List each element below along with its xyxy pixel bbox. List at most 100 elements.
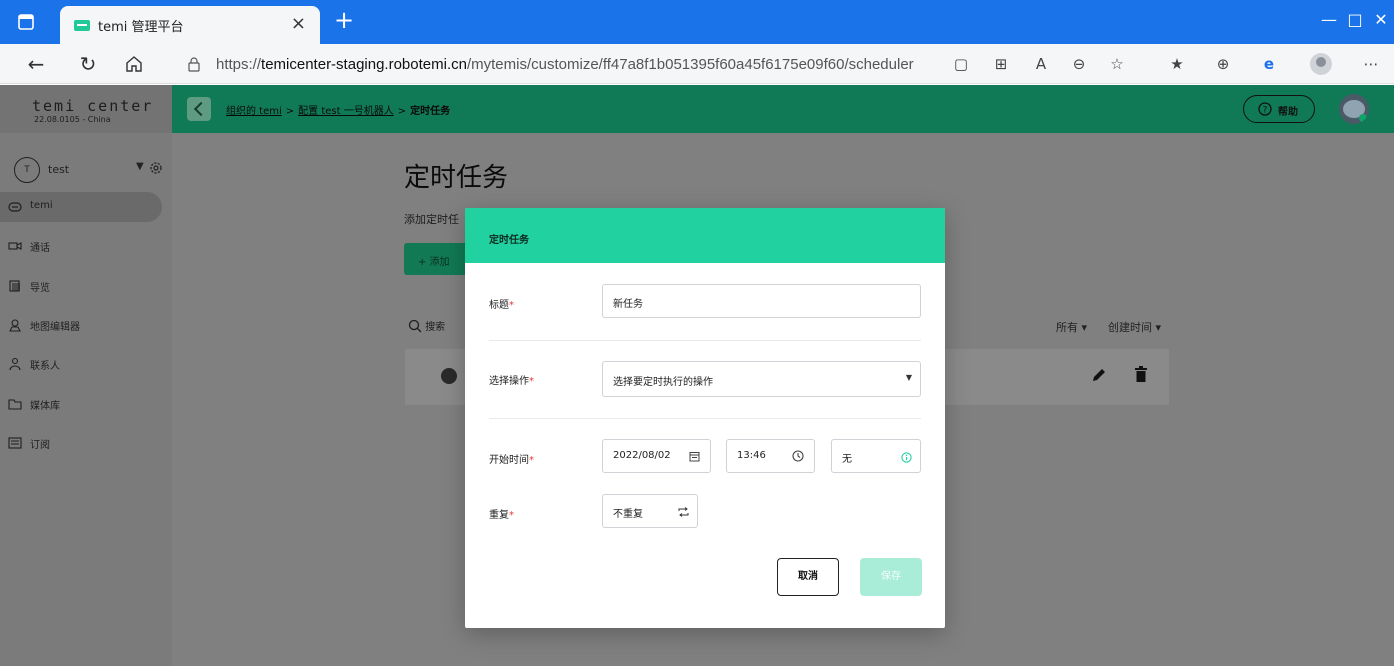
save-button[interactable]: 保存 xyxy=(860,558,922,596)
sidebar-item-temi[interactable]: temi xyxy=(0,192,162,222)
page-description: 添加定时任 xyxy=(404,213,459,226)
end-time-value: 无 xyxy=(842,454,852,465)
tour-icon xyxy=(9,280,20,292)
account-avatar[interactable] xyxy=(1339,94,1369,124)
repeat-select[interactable]: 不重复 xyxy=(602,494,698,528)
trash-icon[interactable] xyxy=(1135,366,1147,382)
sidebar-item-call[interactable]: 通话 xyxy=(0,231,162,261)
caret-down-icon: ▼ xyxy=(905,373,912,382)
date-input[interactable]: 2022/08/02 xyxy=(602,439,711,473)
info-icon[interactable] xyxy=(901,452,912,463)
brand-logo: temi center xyxy=(32,97,154,115)
time-input[interactable]: 13:46 xyxy=(726,439,815,473)
url-text: https://temicenter-staging.robotemi.cn/m… xyxy=(216,56,914,73)
lock-icon[interactable] xyxy=(186,56,202,72)
sidebar-item-contacts[interactable]: 联系人 xyxy=(0,349,162,379)
sidebar-item-label: 订阅 xyxy=(30,440,50,451)
filter-all-dropdown[interactable]: 所有 ▾ xyxy=(1056,319,1087,335)
caret-down-icon: ▾ xyxy=(1081,321,1088,334)
start-time-label: 开始时间* xyxy=(489,455,534,466)
favorites-icon[interactable]: ★ xyxy=(1166,54,1188,74)
sidebar-item-map-editor[interactable]: 地图编辑器 xyxy=(0,310,162,340)
cancel-button[interactable]: 取消 xyxy=(777,558,839,596)
breadcrumb: 组织的 temi > 配置 test 一号机器人 > 定时任务 xyxy=(226,106,451,117)
divider xyxy=(489,418,921,419)
page-title: 定时任务 xyxy=(404,163,509,193)
back-button[interactable] xyxy=(187,97,211,121)
end-time-input[interactable]: 无 xyxy=(831,439,921,473)
pencil-icon[interactable] xyxy=(1091,367,1107,383)
search-icon xyxy=(408,319,422,333)
read-aloud-icon[interactable]: A xyxy=(1030,54,1052,74)
restore-icon[interactable]: □ xyxy=(1342,10,1368,29)
contacts-icon xyxy=(9,357,21,371)
sort-created-dropdown[interactable]: 创建时间 ▾ xyxy=(1108,319,1161,335)
search-input[interactable]: 搜索 xyxy=(408,318,445,333)
close-window-icon[interactable]: ✕ xyxy=(1368,10,1394,29)
minimize-icon[interactable]: — xyxy=(1316,10,1342,29)
new-tab-button[interactable]: + xyxy=(330,6,358,34)
tab-close-button[interactable]: × xyxy=(291,13,306,34)
user-switcher[interactable]: T test ▼ xyxy=(14,157,168,185)
title-label: 标题* xyxy=(489,300,514,311)
window-menu-icon[interactable] xyxy=(16,12,36,32)
search-placeholder: 搜索 xyxy=(425,322,446,333)
browser-profile-icon[interactable] xyxy=(1310,53,1332,75)
top-bar: 组织的 temi > 配置 test 一号机器人 > 定时任务 ? 帮助 xyxy=(172,85,1394,133)
browser-titlebar: temi 管理平台 × + — □ ✕ xyxy=(0,0,1394,44)
action-select[interactable]: 选择要定时执行的操作 ▼ xyxy=(602,361,921,397)
video-capture-icon[interactable]: ▢ xyxy=(950,54,972,74)
help-button[interactable]: ? 帮助 xyxy=(1243,95,1315,123)
sidebar-item-label: 媒体库 xyxy=(30,401,60,412)
repeat-label: 重复* xyxy=(489,510,514,521)
zoom-icon[interactable]: ⊖ xyxy=(1068,54,1090,74)
robot-icon xyxy=(8,202,22,212)
add-favorite-icon[interactable]: ☆ xyxy=(1106,54,1128,74)
sidebar-item-label: 联系人 xyxy=(30,361,60,372)
back-arrow-icon[interactable]: ← xyxy=(24,52,48,76)
breadcrumb-current: 定时任务 xyxy=(410,106,451,117)
sidebar: temi center 22.08.0105 - China T test ▼ … xyxy=(0,85,172,666)
browser-tab[interactable]: temi 管理平台 × xyxy=(60,6,320,44)
sidebar-item-label: 通话 xyxy=(30,243,50,254)
repeat-value: 不重复 xyxy=(613,509,643,520)
repeat-icon xyxy=(678,507,689,517)
gear-icon[interactable] xyxy=(148,160,164,176)
ie-mode-icon[interactable]: e xyxy=(1258,54,1280,74)
brand-version: 22.08.0105 - China xyxy=(34,115,111,124)
temi-favicon-icon xyxy=(74,20,90,31)
clock-icon[interactable] xyxy=(792,450,804,462)
dialog-title: 定时任务 xyxy=(489,235,529,246)
video-call-icon xyxy=(8,242,22,250)
sidebar-item-subscription[interactable]: 订阅 xyxy=(0,428,162,458)
refresh-icon[interactable]: ↻ xyxy=(76,52,100,76)
dialog-header: 定时任务 xyxy=(465,208,945,263)
question-icon: ? xyxy=(1258,102,1272,116)
title-input-value: 新任务 xyxy=(613,299,643,310)
help-label: 帮助 xyxy=(1278,107,1298,118)
caret-down-icon[interactable]: ▼ xyxy=(136,161,144,172)
brand: temi center 22.08.0105 - China xyxy=(0,85,172,133)
caret-down-icon: ▾ xyxy=(1155,321,1162,334)
title-input[interactable]: 新任务 xyxy=(602,284,921,318)
calendar-icon[interactable] xyxy=(689,451,700,462)
home-icon[interactable] xyxy=(124,54,144,74)
breadcrumb-robot[interactable]: 配置 test 一号机器人 xyxy=(298,106,394,117)
time-value: 13:46 xyxy=(737,450,766,461)
breadcrumb-org[interactable]: 组织的 temi xyxy=(226,106,282,117)
map-editor-icon xyxy=(9,319,21,332)
task-toggle[interactable] xyxy=(441,368,457,384)
tab-title: temi 管理平台 xyxy=(98,20,184,35)
divider xyxy=(489,340,921,341)
more-menu-icon[interactable]: ⋯ xyxy=(1360,54,1382,74)
collections-icon[interactable]: ⊕ xyxy=(1212,54,1234,74)
sidebar-item-label: 地图编辑器 xyxy=(30,322,80,333)
folder-icon xyxy=(8,399,22,410)
subscription-icon xyxy=(8,437,22,449)
sidebar-item-media[interactable]: 媒体库 xyxy=(0,389,162,419)
action-select-placeholder: 选择要定时执行的操作 xyxy=(613,377,713,388)
sidebar-item-tour[interactable]: 导览 xyxy=(0,271,162,301)
user-avatar: T xyxy=(14,157,40,183)
immersive-reader-icon[interactable]: ⊞ xyxy=(990,54,1012,74)
address-bar: ← ↻ https://temicenter-staging.robotemi.… xyxy=(0,44,1394,84)
